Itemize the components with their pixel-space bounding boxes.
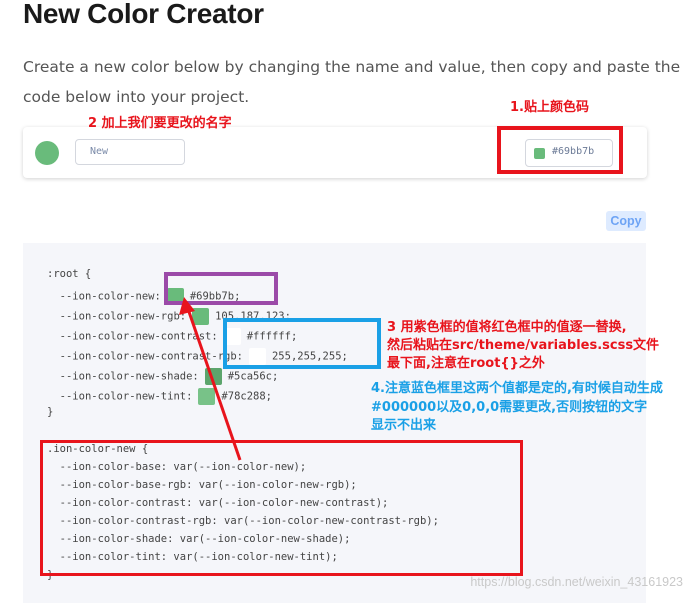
annotation-2: 2 加上我们要更改的名字 (88, 116, 232, 131)
annotation-4-line-1: 4.注意蓝色框里这两个值都是定的,有时候自动生成 (371, 381, 663, 396)
annotation-4-line-3: 显示不出来 (371, 418, 437, 433)
annotation-3-line-1: 3 用紫色框的值将红色框中的值逐一替换, (387, 320, 627, 335)
annotation-4-line-2: #000000以及0,0,0需要更改,否则按钮的文字 (371, 400, 648, 415)
annotation-3-line-2: 然后粘贴在src/theme/variables.scss文件 (387, 338, 660, 353)
annotation-1: 1.贴上颜色码 (510, 100, 589, 115)
annotation-arrow (179, 297, 242, 461)
annotation-3-line-3: 最下面,注意在root{}之外 (387, 356, 545, 371)
watermark: https://blog.csdn.net/weixin_43161923 (470, 575, 683, 589)
